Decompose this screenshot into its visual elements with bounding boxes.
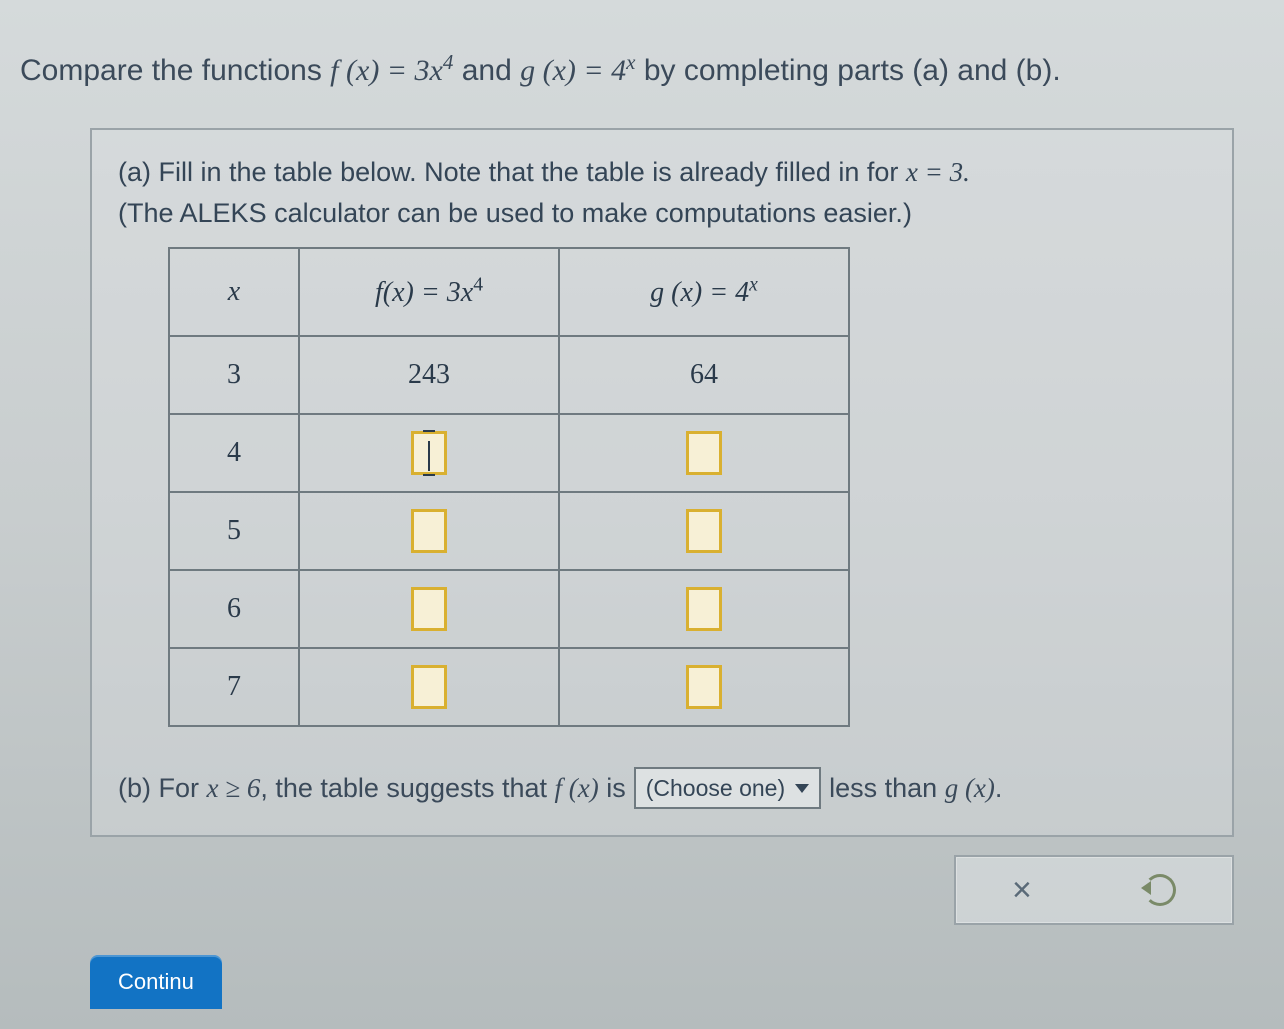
function-table: x f(x) = 3x4 g (x) = 4x 3 243 64 4 <box>168 247 850 727</box>
continue-button[interactable]: Continu <box>90 955 222 1009</box>
question-prompt: Compare the functions f (x) = 3x4 and g … <box>10 50 1274 88</box>
cell-x: 4 <box>169 414 299 492</box>
cell-g-input[interactable] <box>559 570 849 648</box>
cell-g-input[interactable] <box>559 492 849 570</box>
chevron-down-icon <box>795 784 809 793</box>
table-header-f: f(x) = 3x4 <box>299 248 559 336</box>
table-row: 5 <box>169 492 849 570</box>
cell-x: 7 <box>169 648 299 726</box>
table-row: 6 <box>169 570 849 648</box>
answer-toolbar: × <box>954 855 1234 925</box>
cell-g: 64 <box>559 336 849 414</box>
undo-icon[interactable] <box>1144 874 1176 906</box>
table-row: 7 <box>169 648 849 726</box>
problem-panel: (a) Fill in the table below. Note that t… <box>90 128 1234 837</box>
table-header-x: x <box>169 248 299 336</box>
cell-f: 243 <box>299 336 559 414</box>
clear-icon[interactable]: × <box>1012 871 1032 910</box>
dropdown-label: (Choose one) <box>646 775 785 802</box>
cell-x: 6 <box>169 570 299 648</box>
table-header-g: g (x) = 4x <box>559 248 849 336</box>
cell-f-input[interactable] <box>299 648 559 726</box>
cell-f-input[interactable] <box>299 492 559 570</box>
table-row: 4 <box>169 414 849 492</box>
table-row: 3 243 64 <box>169 336 849 414</box>
choice-dropdown[interactable]: (Choose one) <box>634 767 821 809</box>
part-b-line: (b) For x ≥ 6, the table suggests that f… <box>118 767 1206 809</box>
cell-f-input[interactable] <box>299 414 559 492</box>
cell-x: 3 <box>169 336 299 414</box>
cell-g-input[interactable] <box>559 414 849 492</box>
cell-g-input[interactable] <box>559 648 849 726</box>
part-a-instructions: (a) Fill in the table below. Note that t… <box>118 152 1206 233</box>
cell-x: 5 <box>169 492 299 570</box>
cell-f-input[interactable] <box>299 570 559 648</box>
